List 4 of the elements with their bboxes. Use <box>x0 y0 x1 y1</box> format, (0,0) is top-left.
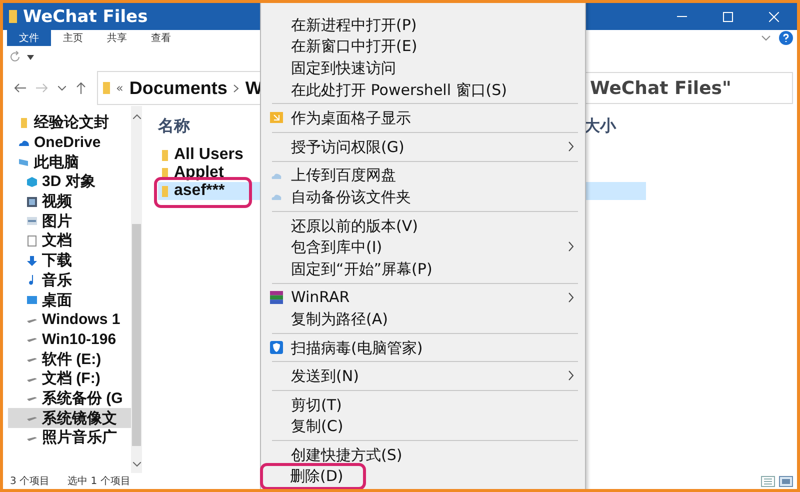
overflow-chevron: « <box>116 81 124 95</box>
status-text: 3 个项目 <box>10 475 50 488</box>
status-text: 选中 1 个项目 <box>68 474 130 488</box>
window-title: WeChat Files <box>23 6 148 26</box>
